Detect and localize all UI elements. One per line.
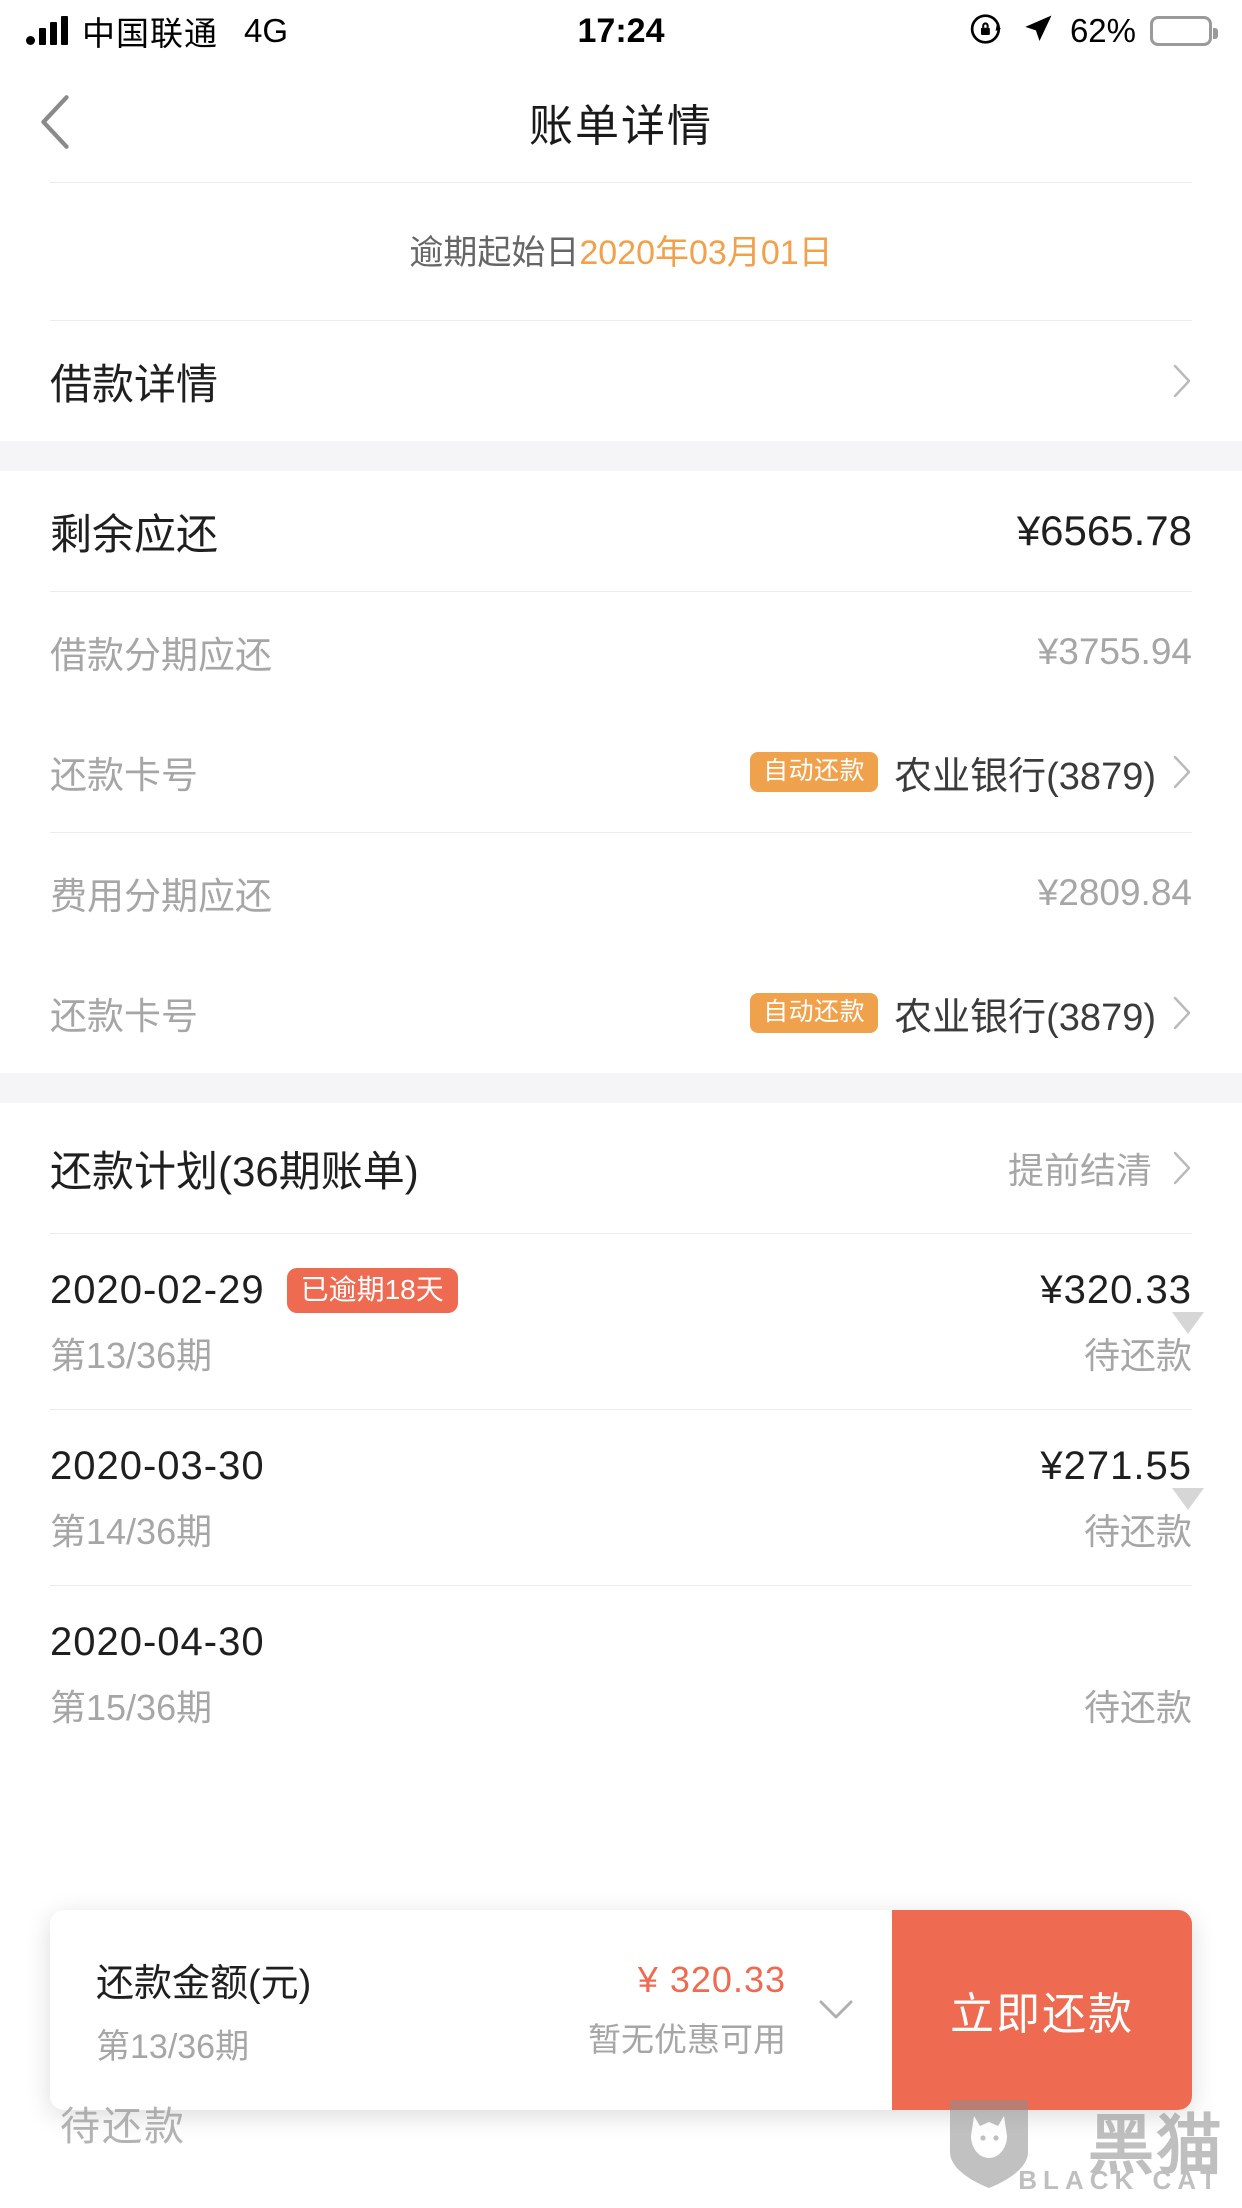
repayment-plan-title: 还款计划(36期账单) (50, 1147, 419, 1195)
installment-status: 待还款 (1083, 1511, 1192, 1552)
loan-installment-due-label: 借款分期应还 (50, 635, 272, 676)
section-separator-1 (0, 441, 1242, 471)
fee-repay-card-value: 农业银行(3879) (894, 996, 1156, 1039)
installment-status: 待还款 (1083, 1687, 1192, 1728)
fee-repay-card-row[interactable]: 还款卡号 自动还款 农业银行(3879) (0, 953, 1242, 1073)
installment-row[interactable]: 2020-03-30 ¥271.55 第14/36期 待还款 (0, 1410, 1242, 1585)
caret-down-icon[interactable] (1172, 1487, 1204, 1510)
status-bar-left: 中国联通 4G (26, 7, 288, 55)
loan-detail-row[interactable]: 借款详情 (0, 321, 1242, 441)
fee-repay-card-label: 还款卡号 (50, 996, 198, 1037)
repay-term-label: 第13/36期 (96, 2028, 250, 2066)
fee-installment-due-value: ¥2809.84 (1037, 872, 1192, 913)
repay-amount-label: 还款金额(元) (96, 1963, 312, 2005)
installment-term: 第15/36期 (50, 1687, 213, 1728)
caret-down-icon[interactable] (1172, 1311, 1204, 1334)
repay-action-bar: 还款金额(元) 第13/36期 ¥ 320.33 暂无优惠可用 立即还款 (50, 1910, 1192, 2110)
auto-repay-badge: 自动还款 (750, 752, 879, 792)
loan-repay-card-label: 还款卡号 (50, 755, 198, 796)
installment-row[interactable]: 2020-02-29 已逾期18天 ¥320.33 第13/36期 待还款 (0, 1234, 1242, 1409)
promo-status-label: 暂无优惠可用 (588, 2021, 786, 2058)
signal-bars-icon (26, 16, 68, 45)
installment-date: 2020-02-29 (50, 1268, 265, 1312)
chevron-right-icon (1172, 364, 1192, 398)
watermark-brand-en: BLACK CAT (1018, 2165, 1222, 2195)
section-separator-2 (0, 1073, 1242, 1103)
installment-amount: ¥271.55 (1040, 1444, 1192, 1488)
watermark-overlay-text: 待还款 (60, 2105, 186, 2149)
settle-early-button[interactable]: 提前结清 (1008, 1142, 1192, 1194)
installment-term: 第13/36期 (50, 1335, 213, 1376)
auto-repay-badge: 自动还款 (750, 993, 879, 1033)
rotation-lock-icon (968, 10, 1006, 53)
installment-term: 第14/36期 (50, 1511, 213, 1552)
remaining-due-label: 剩余应还 (50, 510, 219, 558)
location-arrow-icon (1020, 11, 1056, 52)
remaining-due-value: ¥6565.78 (1016, 507, 1192, 554)
remaining-due-row: 剩余应还 ¥6565.78 (0, 471, 1242, 591)
installment-amount: ¥320.33 (1040, 1268, 1192, 1312)
chevron-right-icon (1172, 1151, 1192, 1185)
chevron-right-icon (1172, 996, 1192, 1030)
loan-repay-card-value: 农业银行(3879) (894, 755, 1156, 798)
overdue-start-date: 2020年03月01日 (579, 234, 833, 272)
loan-detail-label: 借款详情 (50, 360, 219, 408)
installment-status: 待还款 (1083, 1335, 1192, 1376)
nav-bar: 账单详情 (0, 62, 1242, 182)
settle-early-label: 提前结清 (1007, 1150, 1152, 1191)
loan-installment-due-value: ¥3755.94 (1037, 631, 1192, 672)
page-title: 账单详情 (529, 102, 713, 151)
repayment-plan-header: 还款计划(36期账单) 提前结清 (0, 1103, 1242, 1233)
battery-percent-label: 62% (1069, 12, 1136, 49)
network-type-label: 4G (244, 12, 289, 49)
installment-row[interactable]: 2020-04-30 第15/36期 待还款 (0, 1586, 1242, 1761)
status-bar-right: 62% (968, 10, 1218, 53)
overdue-days-badge: 已逾期18天 (286, 1268, 458, 1313)
overdue-start-banner: 逾期起始日2020年03月01日 (0, 183, 1242, 320)
loan-repay-card-row[interactable]: 还款卡号 自动还款 农业银行(3879) (0, 712, 1242, 832)
repay-amount-selector[interactable]: 还款金额(元) 第13/36期 ¥ 320.33 暂无优惠可用 (50, 1910, 892, 2110)
chevron-down-icon[interactable] (816, 1990, 856, 2030)
repay-now-button[interactable]: 立即还款 (892, 1910, 1192, 2110)
chevron-right-icon (1172, 755, 1192, 789)
repay-amount-value: ¥ 320.33 (637, 1959, 786, 2000)
carrier-label: 中国联通 (82, 15, 218, 52)
status-bar: 中国联通 4G 17:24 62% (0, 0, 1242, 62)
fee-installment-due-row: 费用分期应还 ¥2809.84 (0, 833, 1242, 953)
installment-date: 2020-04-30 (50, 1620, 265, 1664)
fee-installment-due-label: 费用分期应还 (50, 876, 272, 917)
loan-installment-due-row: 借款分期应还 ¥3755.94 (0, 592, 1242, 712)
battery-icon (1150, 16, 1218, 46)
installment-date: 2020-03-30 (50, 1444, 265, 1488)
overdue-start-label: 逾期起始日 (409, 234, 580, 272)
